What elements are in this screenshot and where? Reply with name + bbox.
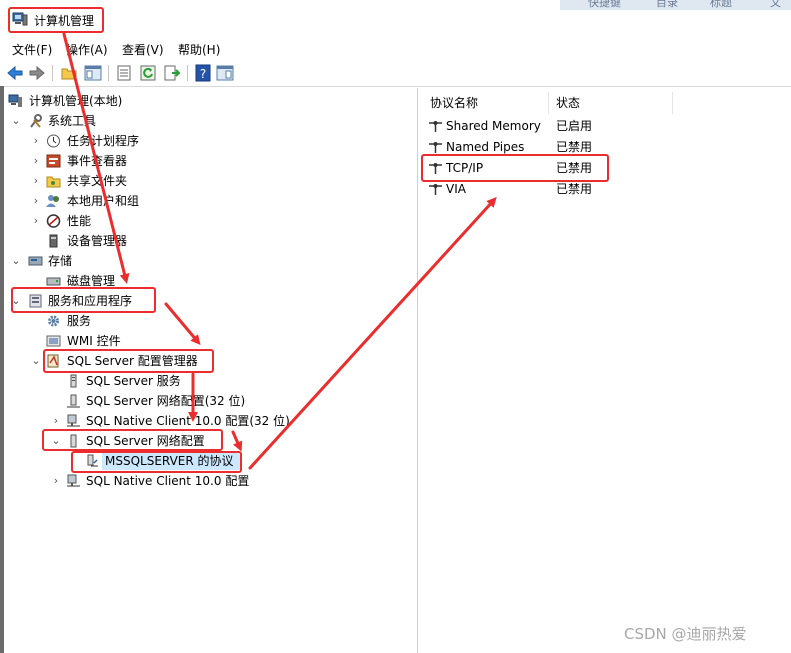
chevron-right-icon[interactable]: ›: [50, 411, 62, 431]
sql-services-icon: [70, 374, 77, 388]
toolbar-separator: [52, 65, 53, 81]
event-viewer-icon: [46, 154, 61, 168]
watermark: CSDN @迪丽热爱: [624, 625, 747, 643]
background-tabs: 快捷键 目录 标题 文字: [560, 0, 791, 10]
show-action-pane-icon[interactable]: [216, 64, 234, 82]
toolbar-separator: [108, 65, 109, 81]
wmi-icon: [46, 335, 61, 347]
annotation-box-mssql-protocols: [71, 451, 242, 473]
up-folder-icon[interactable]: [60, 64, 78, 82]
properties-icon[interactable]: [115, 64, 133, 82]
list-row-via[interactable]: VIA 已禁用: [428, 179, 628, 199]
native-client-icon: [67, 414, 80, 427]
menu-action[interactable]: 操作(A): [66, 41, 108, 58]
column-header-protocol[interactable]: 协议名称: [430, 92, 478, 114]
tab-text[interactable]: 文字: [770, 0, 791, 10]
column-header-status[interactable]: 状态: [556, 92, 580, 114]
chevron-right-icon[interactable]: ›: [30, 171, 42, 191]
protocol-icon: [429, 121, 442, 132]
show-console-tree-icon[interactable]: [84, 64, 102, 82]
forward-arrow-icon[interactable]: [28, 64, 46, 82]
storage-icon: [28, 256, 43, 266]
clock-icon: [47, 134, 60, 148]
chevron-right-icon[interactable]: ›: [30, 151, 42, 171]
list-row-shared-memory[interactable]: Shared Memory 已启用: [428, 116, 628, 136]
annotation-box-sql-network: [42, 429, 223, 451]
gear-icon: [48, 315, 59, 327]
protocol-icon: [429, 142, 442, 153]
menu-view[interactable]: 查看(V): [122, 41, 164, 58]
column-divider[interactable]: [548, 92, 549, 114]
protocol-icon: [429, 184, 442, 195]
shared-folder-icon: [46, 176, 61, 188]
tab-heading[interactable]: 标题: [710, 0, 732, 10]
refresh-icon[interactable]: [139, 64, 157, 82]
column-divider[interactable]: [672, 92, 673, 114]
svg-text:?: ?: [200, 67, 206, 81]
menu-help[interactable]: 帮助(H): [178, 41, 220, 58]
chevron-down-icon[interactable]: ⌄: [10, 111, 22, 131]
chevron-down-icon[interactable]: ⌄: [30, 351, 42, 371]
back-arrow-icon[interactable]: [6, 64, 24, 82]
tools-icon: [30, 114, 42, 128]
toolbar: ?: [0, 60, 791, 87]
device-manager-icon: [49, 234, 58, 248]
annotation-box-services-apps: [11, 287, 156, 313]
list-header: 协议名称 状态: [422, 92, 791, 114]
chevron-down-icon[interactable]: ⌄: [10, 251, 22, 271]
toolbar-separator: [187, 65, 188, 81]
computer-icon: [8, 94, 22, 107]
menu-file[interactable]: 文件(F): [12, 41, 52, 58]
chevron-right-icon[interactable]: ›: [30, 131, 42, 151]
tab-shortcuts[interactable]: 快捷键: [588, 0, 621, 10]
export-list-icon[interactable]: [163, 64, 181, 82]
chevron-right-icon[interactable]: ›: [50, 471, 62, 491]
native-client-icon: [67, 474, 80, 487]
annotation-box-title: [8, 7, 104, 33]
chevron-right-icon[interactable]: ›: [30, 191, 42, 211]
menu-bar: 文件(F) 操作(A) 查看(V) 帮助(H): [0, 38, 791, 60]
users-icon: [46, 195, 59, 207]
annotation-box-tcp-ip: [421, 154, 609, 182]
network-config-icon: [67, 394, 80, 408]
chevron-right-icon[interactable]: ›: [30, 211, 42, 231]
performance-icon: [46, 214, 61, 228]
tab-toc[interactable]: 目录: [656, 0, 678, 10]
help-icon[interactable]: ?: [194, 64, 212, 82]
annotation-box-sql-config: [43, 349, 214, 373]
disk-icon: [46, 277, 61, 286]
